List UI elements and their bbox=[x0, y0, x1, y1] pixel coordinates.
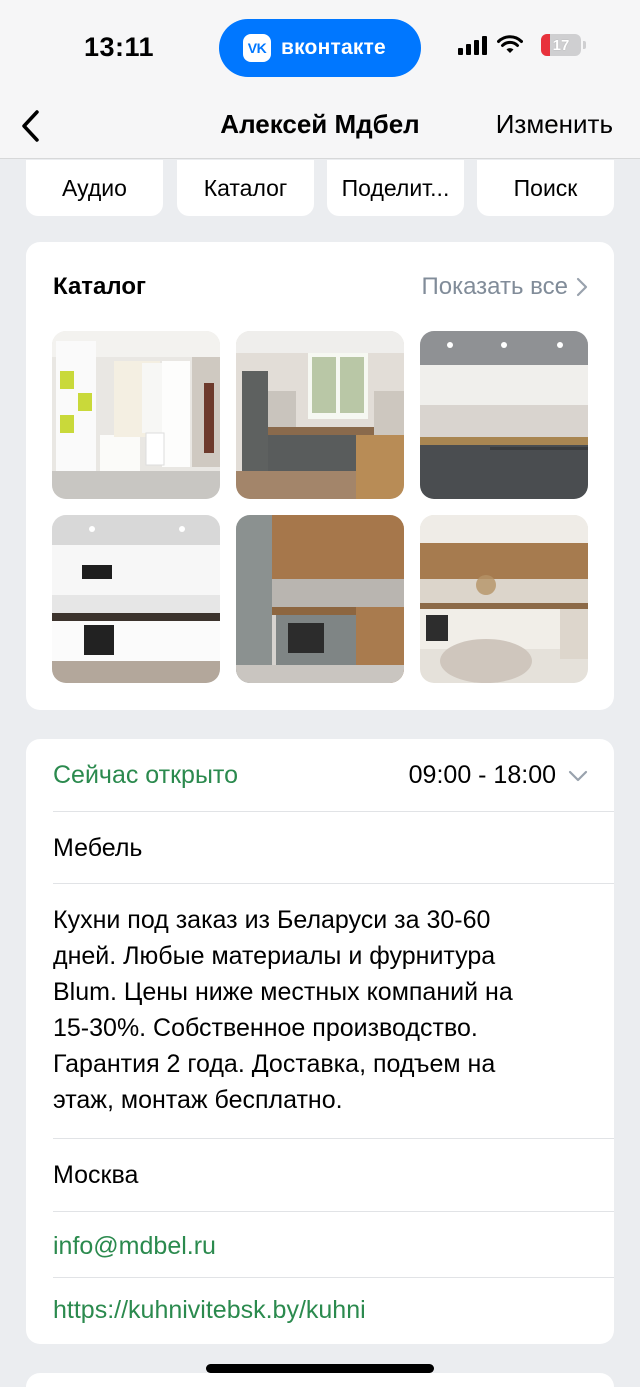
email-link[interactable]: info@mdbel.ru bbox=[53, 1232, 216, 1261]
show-all-label: Показать все bbox=[421, 273, 568, 300]
description-line: этаж, монтаж бесплатно. bbox=[53, 1086, 343, 1114]
battery-icon: 17 bbox=[541, 34, 581, 56]
catalog-item-6[interactable] bbox=[420, 515, 588, 683]
chevron-right-icon bbox=[576, 277, 588, 297]
product-photo-white-kitchen bbox=[52, 515, 220, 683]
action-search-button[interactable]: Поиск bbox=[477, 160, 614, 216]
action-share-button[interactable]: Поделит... bbox=[327, 160, 464, 216]
description-line: Blum. Цены ниже местных компаний на bbox=[53, 978, 513, 1006]
catalog-item-2[interactable] bbox=[236, 331, 404, 499]
cellular-signal-icon bbox=[458, 35, 487, 55]
hours-row[interactable]: Сейчас открыто 09:00 - 18:00 bbox=[53, 739, 614, 812]
navigation-bar: Алексей Мдбел Изменить bbox=[0, 95, 640, 159]
catalog-item-3[interactable] bbox=[420, 331, 588, 499]
status-bar: 13:11 VK вконтакте 17 bbox=[0, 0, 640, 95]
wifi-icon bbox=[497, 35, 523, 53]
home-indicator[interactable] bbox=[206, 1364, 434, 1373]
email-row[interactable]: info@mdbel.ru bbox=[53, 1212, 614, 1278]
category-row: Мебель bbox=[53, 812, 614, 884]
next-card-edge bbox=[26, 1373, 614, 1387]
product-photo-wood-kitchen bbox=[236, 515, 404, 683]
product-photo-white-wardrobe bbox=[52, 331, 220, 499]
catalog-card: Каталог Показать все bbox=[26, 242, 614, 710]
app-pill-label: вконтакте bbox=[281, 36, 386, 59]
edit-button[interactable]: Изменить bbox=[496, 109, 613, 140]
catalog-item-5[interactable] bbox=[236, 515, 404, 683]
description-line: дней. Любые материалы и фурнитура bbox=[53, 942, 496, 970]
product-photo-gray-kitchen bbox=[236, 331, 404, 499]
catalog-item-1[interactable] bbox=[52, 331, 220, 499]
website-row[interactable]: https://kuhnivitebsk.by/kuhni bbox=[53, 1278, 614, 1344]
clock: 13:11 bbox=[84, 32, 155, 62]
info-card: Сейчас открыто 09:00 - 18:00 Мебель Кухн… bbox=[26, 739, 614, 1344]
city-row: Москва bbox=[53, 1139, 614, 1212]
chevron-down-icon bbox=[568, 770, 588, 781]
action-catalog-button[interactable]: Каталог bbox=[177, 160, 314, 216]
city-label: Москва bbox=[53, 1161, 139, 1189]
vk-logo-icon: VK bbox=[243, 34, 271, 62]
description-row: Кухни под заказ из Беларуси за 30-60 дне… bbox=[53, 884, 614, 1139]
app-return-pill[interactable]: VK вконтакте bbox=[219, 19, 421, 77]
catalog-title: Каталог bbox=[53, 273, 146, 300]
opening-hours: 09:00 - 18:00 bbox=[408, 761, 556, 789]
show-all-link[interactable]: Показать все bbox=[421, 273, 588, 301]
description-line: Кухни под заказ из Беларуси за 30-60 bbox=[53, 906, 491, 934]
category-label: Мебель bbox=[53, 834, 143, 862]
catalog-item-4[interactable] bbox=[52, 515, 220, 683]
description-text: Кухни под заказ из Беларуси за 30-60 дне… bbox=[53, 902, 593, 1118]
open-status: Сейчас открыто bbox=[53, 761, 238, 789]
website-link[interactable]: https://kuhnivitebsk.by/kuhni bbox=[53, 1296, 366, 1325]
quick-actions: Аудио Каталог Поделит... Поиск bbox=[26, 160, 614, 216]
action-audio-button[interactable]: Аудио bbox=[26, 160, 163, 216]
battery-level: 17 bbox=[552, 36, 570, 54]
product-photo-dark-kitchen bbox=[420, 331, 588, 499]
product-photo-wood-beige-kitchen bbox=[420, 515, 588, 683]
description-line: Гарантия 2 года. Доставка, подъем на bbox=[53, 1050, 496, 1078]
description-line: 15-30%. Собственное производство. bbox=[53, 1014, 478, 1042]
